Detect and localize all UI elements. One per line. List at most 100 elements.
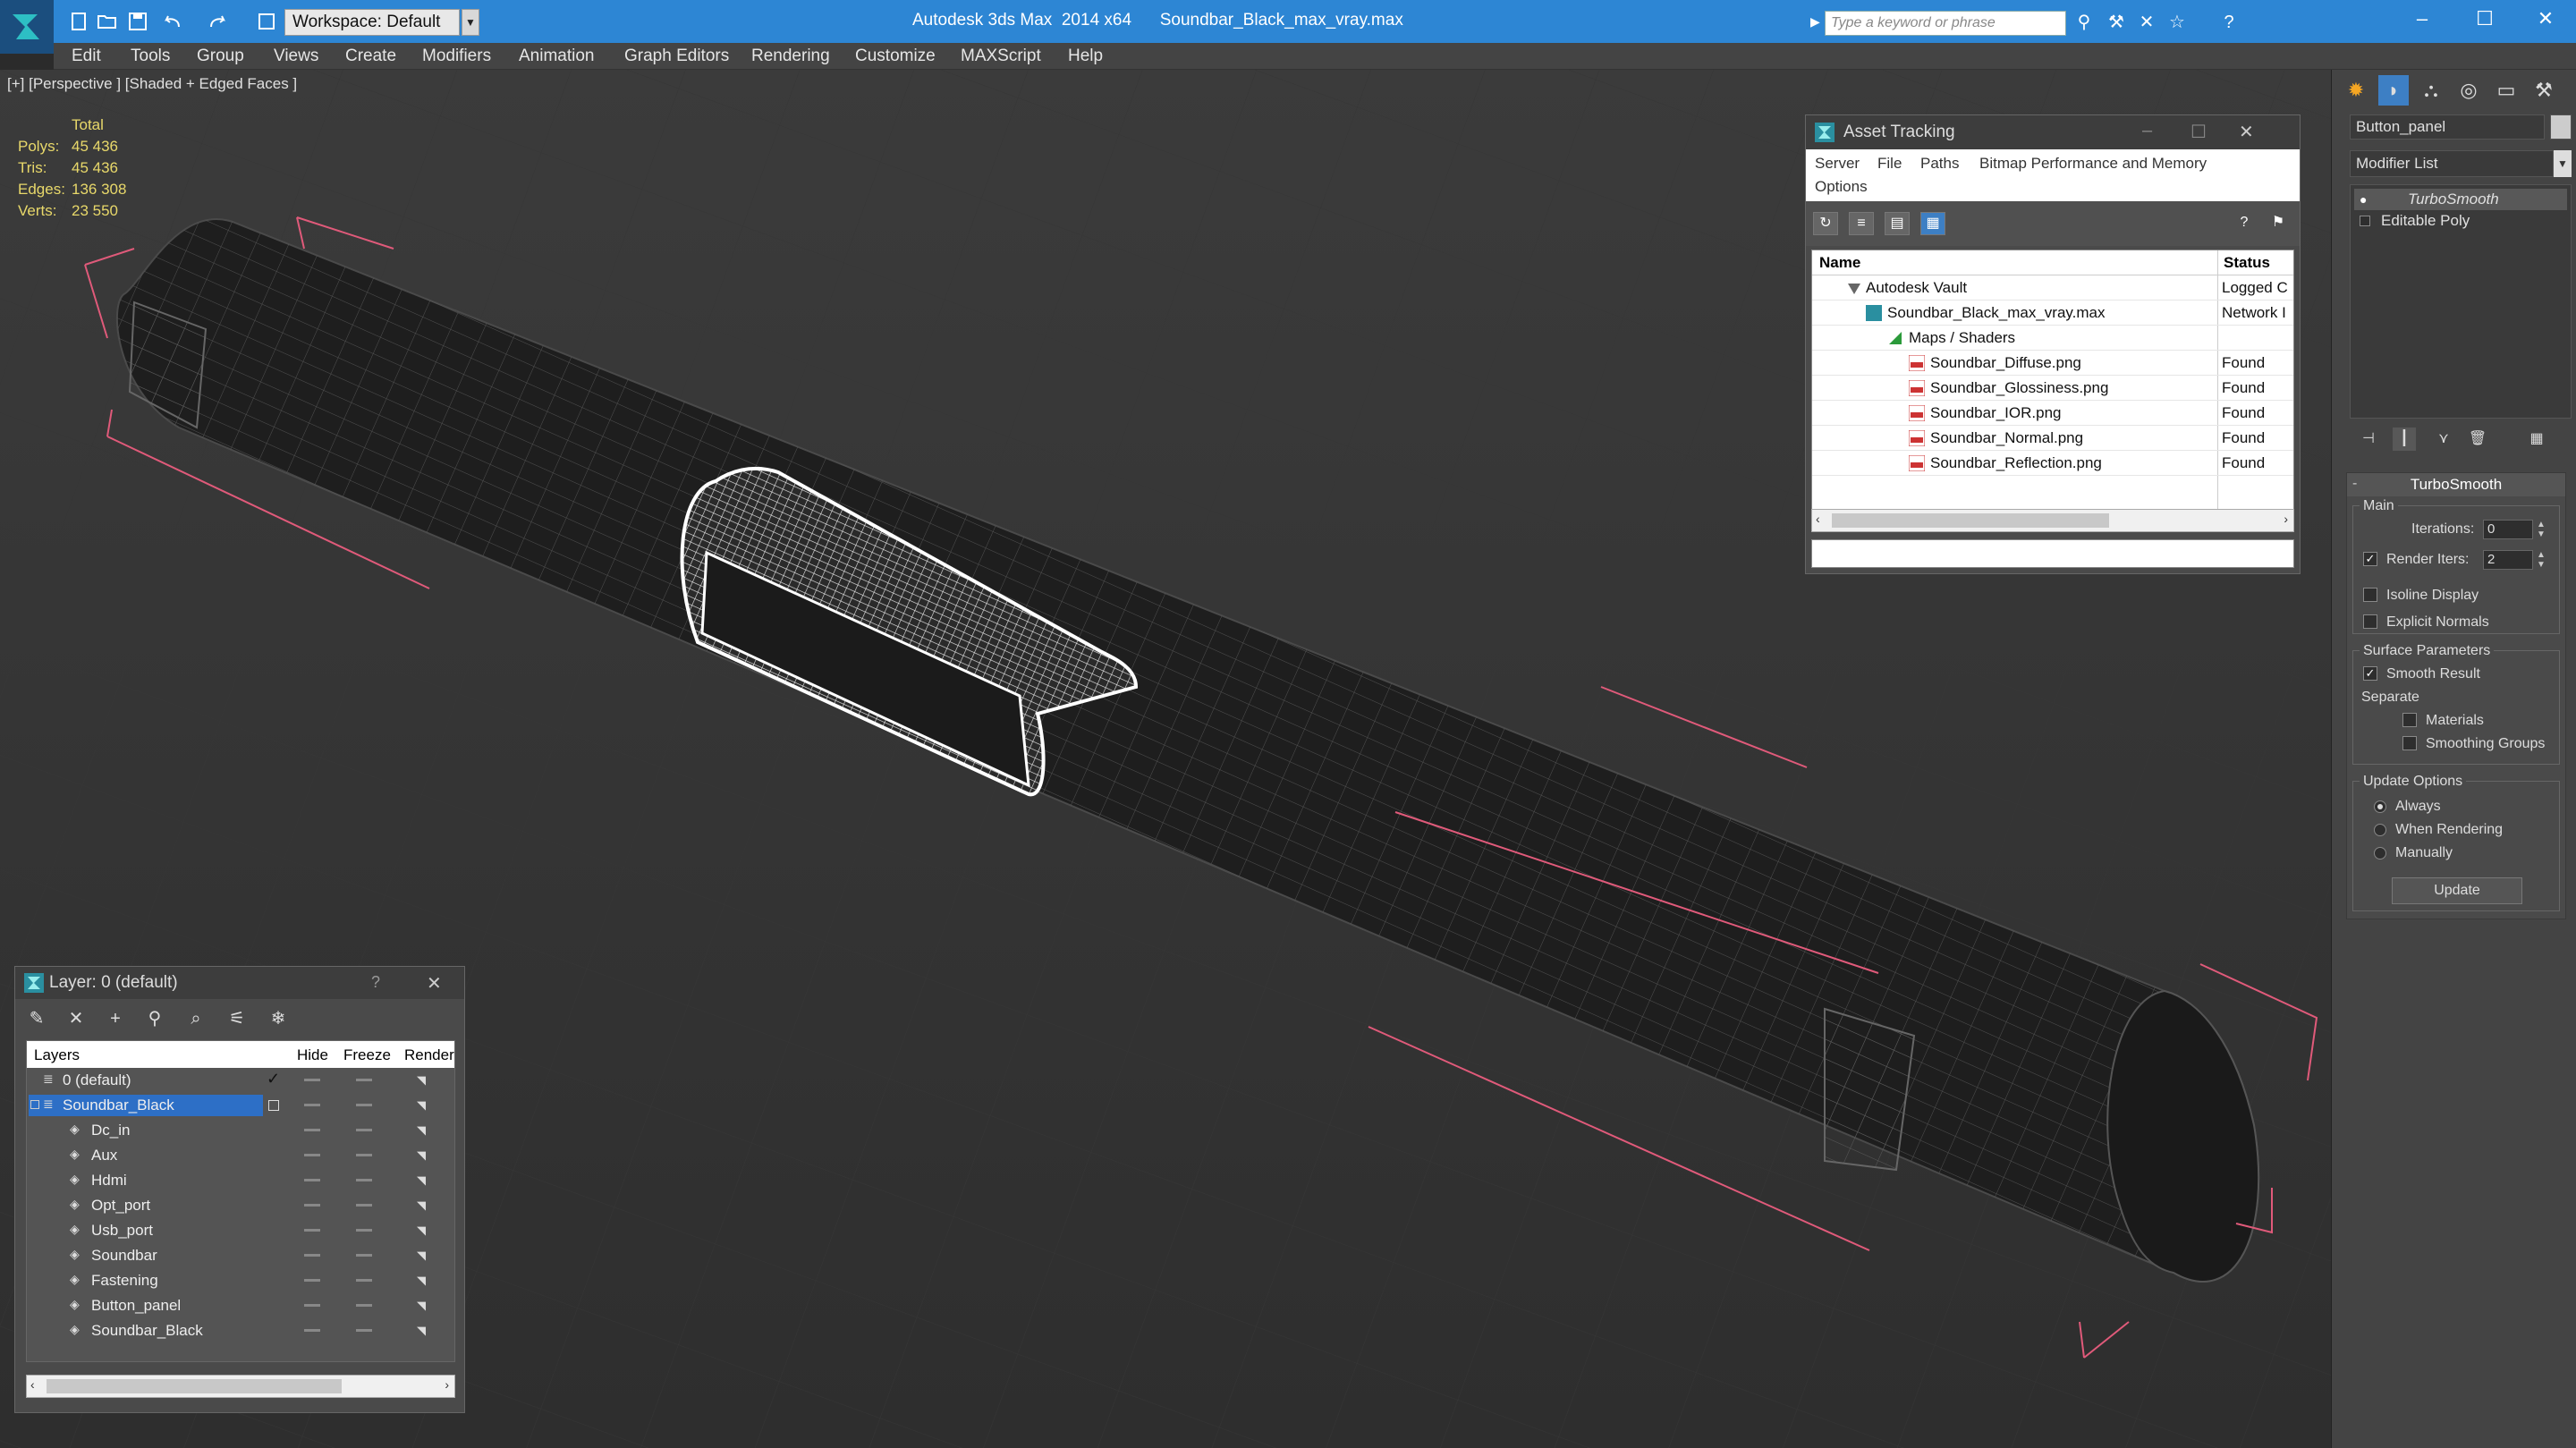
layer-horizontal-scrollbar[interactable]: ‹ › — [26, 1375, 455, 1398]
layer-row[interactable]: ≣ 0 (default) ✓ ◥ — [27, 1068, 454, 1093]
menu-rendering[interactable]: Rendering — [751, 47, 830, 66]
object-name-field[interactable]: Button_panel — [2350, 114, 2545, 140]
undo-icon[interactable] — [161, 11, 184, 32]
hide-toggle[interactable] — [304, 1304, 320, 1307]
render-toggle-icon[interactable]: ◥ — [417, 1249, 431, 1263]
select-objects-icon[interactable]: ⚲ — [142, 1008, 167, 1031]
layer-row[interactable]: ◈ Soundbar ◥ — [27, 1243, 454, 1268]
redo-icon[interactable] — [208, 11, 231, 32]
minimize-icon[interactable]: – — [2142, 121, 2152, 141]
hide-toggle[interactable] — [304, 1204, 320, 1207]
update-button[interactable]: Update — [2392, 877, 2522, 904]
render-toggle-icon[interactable]: ◥ — [417, 1324, 431, 1338]
utilities-tab-icon[interactable]: ⚒ — [2529, 75, 2559, 106]
help-icon[interactable]: ? — [2232, 212, 2257, 235]
render-toggle-icon[interactable]: ◥ — [417, 1274, 431, 1288]
chevron-down-icon[interactable]: ▼ — [462, 9, 479, 36]
motion-tab-icon[interactable]: ◎ — [2453, 75, 2484, 106]
freeze-toggle[interactable] — [356, 1104, 372, 1106]
layer-row[interactable]: ◈ Button_panel ◥ — [27, 1293, 454, 1318]
asset-menu-options[interactable]: Options — [1815, 178, 1868, 196]
object-color-swatch[interactable] — [2550, 114, 2572, 140]
chevron-down-icon[interactable]: ▼ — [2554, 150, 2572, 177]
render-toggle-icon[interactable]: ◥ — [417, 1098, 431, 1113]
menu-animation[interactable]: Animation — [519, 47, 595, 66]
close-icon[interactable]: ✕ — [2239, 121, 2254, 143]
maximize-icon[interactable]: ☐ — [2190, 121, 2207, 143]
highlight-layer-icon[interactable]: ⌕ — [183, 1008, 208, 1031]
column-status[interactable]: Status — [2224, 254, 2270, 272]
asset-row[interactable]: Soundbar_Black_max_vray.max Network I — [1812, 301, 2293, 326]
list-view-icon[interactable]: ≡ — [1849, 212, 1874, 235]
render-iters-checkbox[interactable]: ✓ — [2363, 552, 2377, 566]
scroll-right-icon[interactable]: › — [445, 1377, 449, 1392]
menu-customize[interactable]: Customize — [855, 47, 936, 66]
freeze-toggle[interactable] — [356, 1204, 372, 1207]
freeze-toggle[interactable] — [356, 1154, 372, 1156]
hide-all-icon[interactable]: ⚟ — [225, 1008, 250, 1031]
layer-row[interactable]: ◈ Dc_in ◥ — [27, 1118, 454, 1143]
spinner-arrows-icon[interactable]: ▲ ▼ — [2537, 520, 2546, 539]
expand-icon[interactable] — [2360, 216, 2370, 226]
perspective-viewport[interactable]: [+] [Perspective ] [Shaded + Edged Faces… — [0, 70, 2331, 1448]
layer-row[interactable]: ◈ Fastening ◥ — [27, 1268, 454, 1293]
pin-stack-icon[interactable]: ⊣ — [2357, 428, 2380, 451]
collapse-icon[interactable]: - — [2352, 476, 2357, 492]
asset-row[interactable]: Soundbar_Normal.png Found — [1812, 426, 2293, 451]
rollout-title[interactable]: TurboSmooth — [2347, 473, 2565, 496]
freeze-toggle[interactable] — [356, 1254, 372, 1257]
current-layer-check-icon[interactable]: ✓ — [267, 1070, 280, 1088]
viewport-label[interactable]: [+] [Perspective ] [Shaded + Edged Faces… — [7, 75, 297, 93]
freeze-toggle[interactable] — [356, 1179, 372, 1181]
iterations-spinner[interactable]: 0 — [2483, 520, 2533, 539]
make-unique-icon[interactable]: ⋎ — [2432, 428, 2455, 451]
layer-manager-titlebar[interactable]: Layer: 0 (default) ? ✕ — [15, 967, 464, 999]
scroll-left-icon[interactable]: ‹ — [30, 1377, 35, 1392]
freeze-toggle[interactable] — [356, 1329, 372, 1332]
maximize-icon[interactable]: ☐ — [2467, 5, 2503, 32]
materials-checkbox[interactable] — [2402, 713, 2417, 727]
help-icon[interactable]: ? — [2218, 13, 2240, 32]
hide-toggle[interactable] — [304, 1229, 320, 1232]
menu-maxscript[interactable]: MAXScript — [961, 47, 1041, 66]
help-icon[interactable]: ? — [371, 973, 380, 992]
expand-icon[interactable] — [30, 1100, 39, 1109]
column-name[interactable]: Name — [1819, 254, 1860, 272]
hide-toggle[interactable] — [304, 1104, 320, 1106]
column-layers[interactable]: Layers — [34, 1046, 80, 1064]
asset-path-field[interactable] — [1811, 539, 2294, 568]
delete-layer-icon[interactable]: ✕ — [64, 1008, 89, 1031]
layer-row[interactable]: ◈ Hdmi ◥ — [27, 1168, 454, 1193]
render-toggle-icon[interactable]: ◥ — [417, 1123, 431, 1138]
binoculars-icon[interactable]: ⚲ — [2073, 13, 2095, 32]
new-file-icon[interactable] — [68, 11, 91, 32]
asset-menu-file[interactable]: File — [1877, 155, 1902, 173]
explicit-normals-checkbox[interactable] — [2363, 614, 2377, 629]
lightbulb-icon[interactable]: ● — [2360, 189, 2367, 210]
workspace-dropdown[interactable]: Workspace: Default — [284, 9, 460, 36]
spinner-arrows-icon[interactable]: ▲ ▼ — [2537, 550, 2546, 570]
close-icon[interactable]: ✕ — [427, 972, 442, 995]
help-pin-icon[interactable]: ⚑ — [2266, 212, 2291, 235]
menu-help[interactable]: Help — [1068, 47, 1103, 66]
scrollbar-thumb[interactable] — [1832, 513, 2109, 528]
stack-item-editable-poly[interactable]: Editable Poly — [2354, 210, 2567, 232]
asset-row[interactable]: Autodesk Vault Logged C — [1812, 275, 2293, 301]
render-toggle-icon[interactable]: ◥ — [417, 1073, 431, 1088]
layer-row[interactable]: ◈ Usb_port ◥ — [27, 1218, 454, 1243]
add-to-layer-icon[interactable]: + — [103, 1008, 128, 1031]
hide-toggle[interactable] — [304, 1129, 320, 1131]
create-tab-icon[interactable]: ✹ — [2341, 75, 2371, 106]
hierarchy-tab-icon[interactable]: ⛬ — [2416, 75, 2446, 106]
hide-toggle[interactable] — [304, 1279, 320, 1282]
manually-radio[interactable] — [2374, 847, 2386, 859]
asset-menu-bitmap-performance[interactable]: Bitmap Performance and Memory — [1979, 155, 2207, 173]
hide-toggle[interactable] — [304, 1079, 320, 1081]
asset-row[interactable]: Soundbar_IOR.png Found — [1812, 401, 2293, 426]
open-file-icon[interactable] — [97, 11, 120, 32]
asset-tracking-titlebar[interactable]: Asset Tracking – ☐ ✕ — [1806, 115, 2300, 149]
search-input[interactable]: Type a keyword or phrase — [1825, 11, 2066, 36]
menu-modifiers[interactable]: Modifiers — [422, 47, 491, 66]
menu-views[interactable]: Views — [274, 47, 318, 66]
asset-horizontal-scrollbar[interactable]: ‹ › — [1811, 509, 2294, 532]
